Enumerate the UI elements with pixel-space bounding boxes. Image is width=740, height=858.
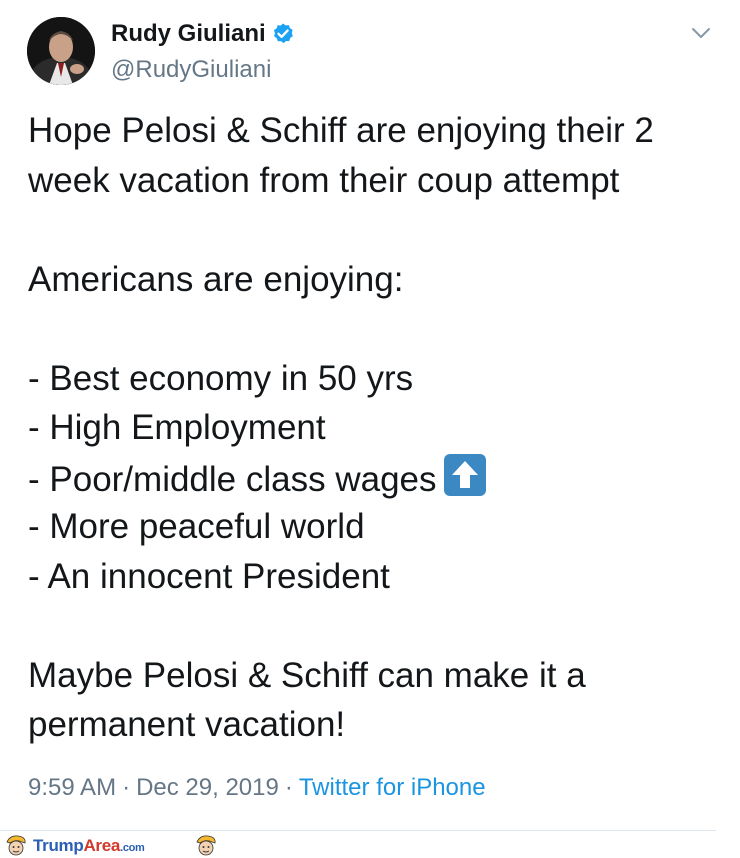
tweet-line: Americans are enjoying: bbox=[28, 259, 404, 299]
tweet-line: Hope Pelosi & Schiff are enjoying their … bbox=[28, 111, 654, 150]
watermark-part2: Area bbox=[83, 836, 121, 855]
cartoon-face-icon bbox=[196, 835, 216, 856]
tweet-line: - Best economy in 50 yrs bbox=[28, 358, 414, 398]
tweet-line: - More peaceful world bbox=[28, 507, 365, 546]
tweet-time[interactable]: 9:59 AM bbox=[28, 774, 116, 801]
tweet-line-with-emoji: - Poor/middle class wages bbox=[28, 453, 718, 503]
tweet-line: - High Employment bbox=[28, 408, 326, 447]
metadata-separator: · bbox=[284, 774, 293, 801]
watermark-logo-text: TrumpArea.com bbox=[33, 836, 145, 856]
tweet-line: - An innocent President bbox=[28, 556, 390, 596]
tweet-metadata: 9:59 AM · Dec 29, 2019 · Twitter for iPhone bbox=[28, 772, 486, 804]
site-watermark: TrumpArea.com bbox=[0, 832, 740, 858]
divider bbox=[0, 830, 716, 831]
tweet-line: week vacation from their coup attempt bbox=[28, 160, 620, 200]
avatar[interactable] bbox=[27, 17, 95, 85]
watermark-part3: .com bbox=[120, 842, 145, 854]
tweet-text: Hope Pelosi & Schiff are enjoying their … bbox=[28, 106, 718, 750]
tweet-card: Rudy Giuliani @RudyGiuliani Hope Pelosi … bbox=[0, 0, 740, 830]
metadata-separator: · bbox=[122, 774, 131, 801]
display-name[interactable]: Rudy Giuliani bbox=[111, 19, 266, 49]
watermark-part1: Trump bbox=[33, 836, 84, 855]
verified-badge-icon bbox=[274, 23, 293, 44]
tweet-date[interactable]: Dec 29, 2019 bbox=[136, 774, 279, 801]
chevron-down-icon[interactable] bbox=[690, 22, 712, 44]
tweet-line: Maybe Pelosi & Schiff can make it a bbox=[28, 655, 586, 695]
tweet-source-link[interactable]: Twitter for iPhone bbox=[299, 774, 486, 801]
cartoon-face-icon bbox=[6, 835, 26, 856]
up-arrow-emoji-icon bbox=[443, 453, 486, 496]
tweet-line-text: - Poor/middle class wages bbox=[28, 459, 437, 499]
avatar-image bbox=[27, 17, 95, 85]
username-handle[interactable]: @RudyGiuliani bbox=[111, 55, 271, 85]
tweet-line: permanent vacation! bbox=[28, 705, 346, 744]
